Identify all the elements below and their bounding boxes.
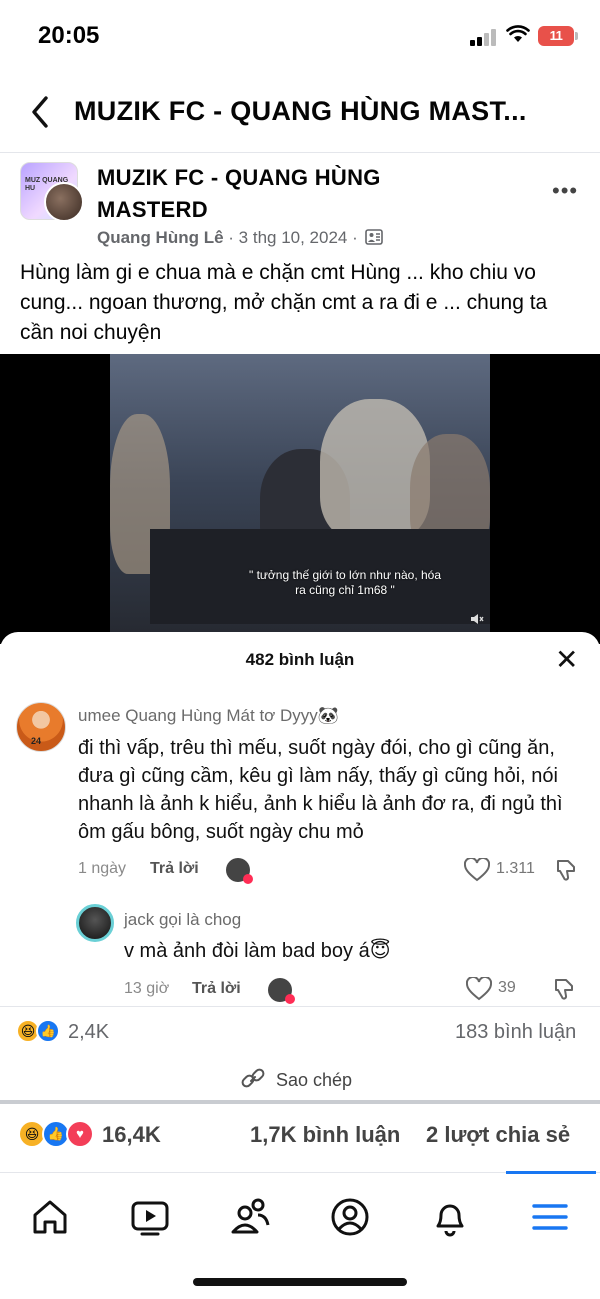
heart-icon[interactable] (466, 977, 492, 1001)
friends-icon[interactable] (228, 1195, 272, 1239)
signal-icon (470, 28, 498, 46)
reply-button[interactable]: Trả lời (150, 860, 199, 878)
bottom-tab-bar (0, 1171, 600, 1262)
group-name[interactable]: MUZIK FC - QUANG HÙNG MASTERD (97, 162, 477, 226)
love-reaction-icon: ♥ (66, 1120, 94, 1148)
heart-icon[interactable] (464, 858, 490, 882)
comment-time: 1 ngày (78, 860, 127, 877)
video-icon[interactable] (128, 1195, 172, 1239)
page-header: MUZIK FC - QUANG HÙNG MAST... (0, 84, 600, 140)
creator-liked-avatar (226, 858, 253, 884)
comment-text: v mà ảnh đòi làm bad boy á😇 (124, 940, 391, 962)
video-frame: " tưởng thế giới to lớn như nào, hóa ra … (110, 354, 490, 644)
creator-liked-avatar (268, 978, 295, 1004)
profile-icon[interactable] (328, 1195, 372, 1239)
home-icon[interactable] (28, 1195, 72, 1239)
link-icon (241, 1068, 265, 1088)
home-indicator[interactable] (193, 1278, 407, 1286)
copy-button[interactable]: Sao chép (276, 1070, 352, 1091)
status-bar: 20:05 11 (0, 0, 600, 72)
menu-icon[interactable] (528, 1195, 572, 1239)
like-count: 1.311 (496, 860, 535, 877)
video-caption: " tưởng thế giới to lớn như nào, hóa ra … (248, 568, 442, 597)
comments-sheet: 482 bình luận ✕ 24 umee Quang Hùng Mát t… (0, 632, 600, 1006)
active-tab-indicator (506, 1171, 596, 1174)
comment-time: 13 giờ (124, 980, 170, 997)
comment-count[interactable]: 1,7K bình luận (250, 1122, 400, 1148)
header-divider (0, 152, 600, 153)
dislike-icon[interactable] (552, 977, 576, 1001)
post-text: Hùng làm gi e chua mà e chặn cmt Hùng ..… (20, 261, 548, 344)
reply-button[interactable]: Trả lời (192, 980, 241, 998)
reaction-count[interactable]: 2,4K (68, 1021, 109, 1044)
post-video[interactable]: " tưởng thế giới to lớn như nào, hóa ra … (0, 354, 600, 644)
comment-text: đi thì vấp, trêu thì mếu, suốt ngày đói,… (78, 737, 563, 843)
section-divider (0, 1100, 600, 1104)
reaction-icons[interactable]: 😆 👍 (16, 1019, 66, 1047)
author-name[interactable]: Quang Hùng Lê (97, 228, 224, 247)
page-title: MUZIK FC - QUANG HÙNG MAST... (74, 96, 527, 126)
reaction-count[interactable]: 16,4K (102, 1122, 161, 1148)
comment-avatar[interactable]: 24 (16, 702, 66, 752)
share-count[interactable]: 2 lượt chia sẻ (426, 1122, 570, 1148)
comment-avatar[interactable] (76, 904, 114, 942)
like-reaction-icon: 👍 (36, 1019, 60, 1043)
avatar-jersey-text: 24 (31, 736, 42, 746)
comments-count-title: 482 bình luận (245, 650, 355, 669)
like-count: 39 (498, 979, 516, 996)
battery-icon: 11 (538, 26, 578, 46)
reaction-icons[interactable]: 😆 👍 ♥ (18, 1120, 98, 1148)
more-options-icon[interactable]: ••• (552, 178, 578, 204)
comment-author[interactable]: umee Quang Hùng Mát tơ Dyyy🐼 (78, 706, 339, 726)
close-icon[interactable]: ✕ (555, 646, 578, 674)
post-meta: Quang Hùng Lê · 3 thg 10, 2024 · (97, 228, 383, 248)
wifi-icon (506, 25, 530, 42)
divider (0, 1006, 600, 1007)
audience-icon (364, 229, 383, 245)
bell-icon[interactable] (428, 1195, 472, 1239)
back-arrow-icon[interactable] (28, 94, 54, 130)
comment-count[interactable]: 183 bình luận (455, 1021, 576, 1044)
status-time: 20:05 (38, 22, 100, 49)
volume-icon[interactable] (470, 612, 484, 626)
dislike-icon[interactable] (554, 858, 578, 882)
author-avatar[interactable] (44, 182, 84, 222)
comment-author[interactable]: jack gọi là chog (124, 910, 241, 930)
post-date: · 3 thg 10, 2024 · (228, 228, 358, 247)
